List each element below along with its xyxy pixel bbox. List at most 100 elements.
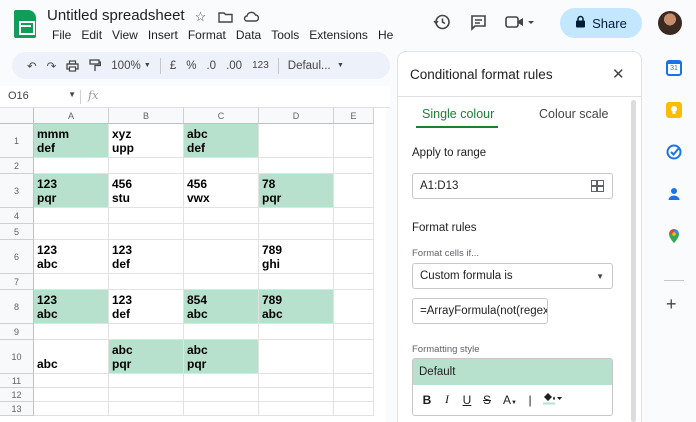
cell-a8[interactable]: 123 abc [34,290,109,324]
cell-a12[interactable] [34,388,109,402]
redo-icon[interactable]: ↷ [42,59,62,73]
column-header-c[interactable]: C [184,108,259,124]
tab-single-colour[interactable]: Single colour [422,107,494,121]
name-box[interactable]: O16 ▼ [8,90,76,102]
select-range-icon[interactable] [591,180,604,192]
cell-a10[interactable]: abc [34,340,109,374]
row-header-1[interactable]: 1 [0,124,34,158]
cell-d4[interactable] [259,208,334,224]
cell-c10[interactable]: abc pqr [184,340,259,374]
cell-d10[interactable] [259,340,334,374]
menu-format[interactable]: Format [183,28,231,42]
cell-e9[interactable] [334,324,374,340]
menu-tools[interactable]: Tools [266,28,304,42]
fill-color-icon[interactable] [539,391,565,408]
menu-view[interactable]: View [107,28,143,42]
calendar-icon[interactable]: 31 [666,60,682,76]
maps-icon[interactable] [666,228,682,244]
font-select[interactable]: Defaul... ▼ [283,60,349,72]
cell-c3[interactable]: 456 vwx [184,174,259,208]
zoom-select[interactable]: 100% ▼ [106,60,156,72]
cell-b9[interactable] [109,324,184,340]
cell-c11[interactable] [184,374,259,388]
formula-input[interactable]: =ArrayFormula(not(regexm [412,298,548,324]
cell-d3[interactable]: 78 pqr [259,174,334,208]
cell-b10[interactable]: abc pqr [109,340,184,374]
decrease-decimal-button[interactable]: .0 [201,60,221,72]
share-button[interactable]: Share [560,8,642,38]
cell-b5[interactable] [109,224,184,240]
cell-d1[interactable] [259,124,334,158]
column-header-e[interactable]: E [334,108,374,124]
strikethrough-button[interactable]: S [479,393,495,407]
cell-c12[interactable] [184,388,259,402]
cell-e11[interactable] [334,374,374,388]
move-folder-icon[interactable] [217,8,234,25]
cell-a7[interactable] [34,274,109,290]
cell-c8[interactable]: 854 abc [184,290,259,324]
cell-d7[interactable] [259,274,334,290]
version-history-icon[interactable] [428,8,456,36]
cell-a5[interactable] [34,224,109,240]
spreadsheet-grid[interactable]: A B C D E 1 mmm def xyz upp abc def 2 3 123 pqr 456 … [0,108,386,422]
panel-scrollbar[interactable] [631,100,636,422]
cell-b1[interactable]: xyz upp [109,124,184,158]
cell-a1[interactable]: mmm def [34,124,109,158]
cell-d2[interactable] [259,158,334,174]
cell-c1[interactable]: abc def [184,124,259,158]
menu-file[interactable]: File [47,28,76,42]
increase-decimal-button[interactable]: .00 [221,60,247,72]
cell-a2[interactable] [34,158,109,174]
row-header-4[interactable]: 4 [0,208,34,224]
cell-a9[interactable] [34,324,109,340]
column-header-d[interactable]: D [259,108,334,124]
cell-e8[interactable] [334,290,374,324]
row-header-13[interactable]: 13 [0,402,34,416]
cell-c2[interactable] [184,158,259,174]
row-header-8[interactable]: 8 [0,290,34,324]
row-header-5[interactable]: 5 [0,224,34,240]
doc-title[interactable]: Untitled spreadsheet [47,7,185,24]
tab-colour-scale[interactable]: Colour scale [539,107,608,121]
contacts-icon[interactable] [666,186,682,202]
row-header-6[interactable]: 6 [0,240,34,274]
row-header-7[interactable]: 7 [0,274,34,290]
row-header-10[interactable]: 10 [0,340,34,374]
cell-c4[interactable] [184,208,259,224]
meet-icon[interactable] [500,8,540,36]
menu-extensions[interactable]: Extensions [304,28,373,42]
cell-e12[interactable] [334,388,374,402]
cell-d5[interactable] [259,224,334,240]
column-header-a[interactable]: A [34,108,109,124]
menu-edit[interactable]: Edit [76,28,107,42]
number-format-button[interactable]: 123 [247,60,274,71]
cell-e13[interactable] [334,402,374,416]
avatar[interactable] [658,11,682,35]
cell-c5[interactable] [184,224,259,240]
condition-dropdown[interactable]: Custom formula is ▼ [412,263,613,289]
cell-e6[interactable] [334,240,374,274]
cell-d9[interactable] [259,324,334,340]
cell-b3[interactable]: 456 stu [109,174,184,208]
cell-a6[interactable]: 123 abc [34,240,109,274]
cloud-status-icon[interactable] [242,8,259,25]
cell-a3[interactable]: 123 pqr [34,174,109,208]
print-icon[interactable] [61,59,84,72]
cell-b11[interactable] [109,374,184,388]
paint-format-icon[interactable] [84,59,106,72]
cell-a4[interactable] [34,208,109,224]
cell-d11[interactable] [259,374,334,388]
add-icon[interactable]: + [666,294,677,315]
cell-a13[interactable] [34,402,109,416]
cell-d6[interactable]: 789 ghi [259,240,334,274]
keep-icon[interactable] [666,102,682,118]
cell-e10[interactable] [334,340,374,374]
menu-insert[interactable]: Insert [143,28,183,42]
cell-c9[interactable] [184,324,259,340]
cell-b7[interactable] [109,274,184,290]
italic-button[interactable]: I [439,392,455,407]
cell-d13[interactable] [259,402,334,416]
cell-b12[interactable] [109,388,184,402]
cell-a11[interactable] [34,374,109,388]
cell-d12[interactable] [259,388,334,402]
